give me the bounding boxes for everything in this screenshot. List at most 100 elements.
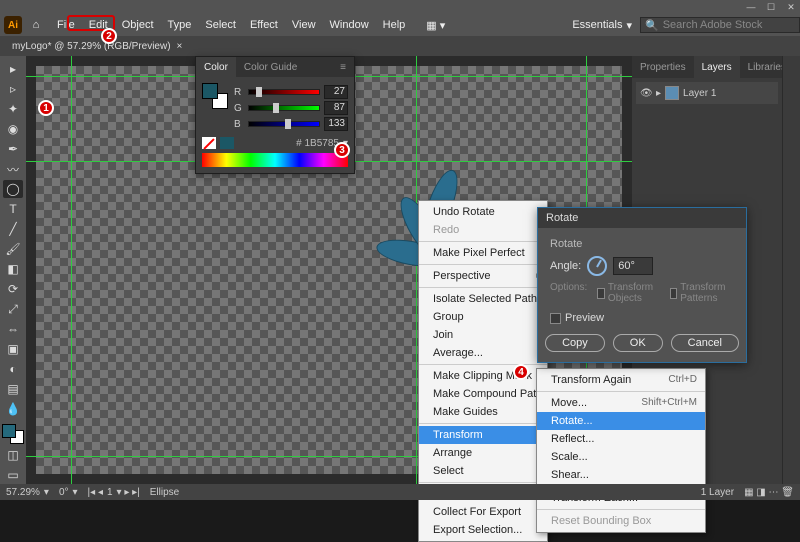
color-panel[interactable]: Color Color Guide ≡ R 27 G 87 xyxy=(195,56,355,174)
menu-type[interactable]: Type xyxy=(161,19,199,31)
mi-export-selection[interactable]: Export Selection... xyxy=(419,521,547,539)
draw-mode-icon[interactable]: ◫ xyxy=(3,446,23,464)
mi-join[interactable]: Join xyxy=(419,326,547,344)
none-swatch[interactable] xyxy=(202,137,216,149)
mi-reflect[interactable]: Reflect... xyxy=(537,430,705,448)
search-stock[interactable]: 🔍 Search Adobe Stock xyxy=(640,17,800,33)
mi-collect-export[interactable]: Collect For Export▸ xyxy=(419,503,547,521)
layer-name[interactable]: Layer 1 xyxy=(683,88,716,99)
slider-r[interactable]: R 27 xyxy=(234,85,348,99)
gradient-tool[interactable]: ▤ xyxy=(3,380,23,398)
minimize-button[interactable]: — xyxy=(746,2,756,12)
dialog-title[interactable]: Rotate xyxy=(538,208,746,228)
mi-rotate[interactable]: Rotate... xyxy=(537,412,705,430)
ok-button[interactable]: OK xyxy=(613,334,663,352)
rotate-view[interactable]: 0° ▾ xyxy=(59,487,78,498)
mi-scale[interactable]: Scale... xyxy=(537,448,705,466)
close-icon[interactable]: × xyxy=(177,41,183,52)
visibility-icon[interactable]: 👁 xyxy=(640,88,652,99)
slider-g[interactable]: G 87 xyxy=(234,101,348,115)
color-swatches[interactable] xyxy=(202,83,228,109)
layer-row[interactable]: 👁 ▸ Layer 1 xyxy=(636,82,778,104)
ellipse-tool[interactable]: ◯ xyxy=(3,180,23,198)
pen-tool[interactable]: ✒ xyxy=(3,140,23,158)
mi-arrange[interactable]: Arrange▸ xyxy=(419,444,547,462)
eraser-tool[interactable]: ◧ xyxy=(3,260,23,278)
free-transform-tool[interactable]: ▣ xyxy=(3,340,23,358)
workspace-switcher[interactable]: Essentials▾ xyxy=(564,19,640,32)
mi-select[interactable]: Select▸ xyxy=(419,462,547,480)
fill-swatch[interactable] xyxy=(2,424,16,438)
rotate-tool[interactable]: ⟳ xyxy=(3,280,23,298)
home-icon[interactable]: ⌂ xyxy=(28,19,44,31)
menu-window[interactable]: Window xyxy=(323,19,376,31)
width-tool[interactable]: ⇔ xyxy=(3,320,23,338)
annotation-badge-1: 1 xyxy=(38,100,54,116)
menu-view[interactable]: View xyxy=(285,19,323,31)
curvature-tool[interactable]: 〰 xyxy=(3,160,23,178)
guide[interactable] xyxy=(71,56,72,484)
mi-perspective[interactable]: Perspective▸ xyxy=(419,267,547,285)
artboard-nav[interactable]: |◂ ◂ 1 ▾ ▸ ▸| xyxy=(88,487,140,498)
collapsed-panel-strip[interactable] xyxy=(782,56,800,484)
cancel-button[interactable]: Cancel xyxy=(671,334,739,352)
panel-menu-icon[interactable]: ≡ xyxy=(332,57,354,77)
preview-checkbox[interactable] xyxy=(550,313,561,324)
angle-input[interactable]: 60° xyxy=(613,257,653,275)
copy-button[interactable]: Copy xyxy=(545,334,605,352)
mi-shear[interactable]: Shear... xyxy=(537,466,705,484)
mi-move[interactable]: Move...Shift+Ctrl+M xyxy=(537,394,705,412)
mi-group[interactable]: Group xyxy=(419,308,547,326)
value-b[interactable]: 133 xyxy=(324,117,348,131)
document-tab[interactable]: myLogo* @ 57.29% (RGB/Preview) × xyxy=(6,36,188,56)
fill-swatch[interactable] xyxy=(202,83,218,99)
lasso-tool[interactable]: ◉ xyxy=(3,120,23,138)
mi-pixel-perfect[interactable]: Make Pixel Perfect xyxy=(419,244,547,262)
mi-reset-bbox: Reset Bounding Box xyxy=(537,512,705,530)
tab-color-guide[interactable]: Color Guide xyxy=(236,57,305,77)
value-g[interactable]: 87 xyxy=(324,101,348,115)
menu-select[interactable]: Select xyxy=(198,19,243,31)
status-icons[interactable]: ▦ ◨ ⋯ 🗑 xyxy=(744,487,794,498)
tab-layers[interactable]: Layers xyxy=(694,56,740,78)
menu-help[interactable]: Help xyxy=(376,19,413,31)
line-tool[interactable]: ╱ xyxy=(3,220,23,238)
type-tool[interactable]: T xyxy=(3,200,23,218)
mi-isolate[interactable]: Isolate Selected Path xyxy=(419,290,547,308)
rotate-dialog[interactable]: Rotate Rotate Angle: 60° Options: Transf… xyxy=(537,207,747,363)
arrange-docs-icon[interactable]: ▦ ▾ xyxy=(426,19,445,32)
disclosure-icon[interactable]: ▸ xyxy=(656,88,661,99)
direct-selection-tool[interactable]: ▹ xyxy=(3,80,23,98)
shape-builder-tool[interactable]: ◐ xyxy=(3,360,23,378)
checkbox-transform-objects xyxy=(597,288,605,299)
menu-effect[interactable]: Effect xyxy=(243,19,285,31)
close-button[interactable]: ✕ xyxy=(786,2,796,12)
fill-stroke-swatches[interactable] xyxy=(2,424,24,444)
mi-make-guides[interactable]: Make Guides xyxy=(419,403,547,421)
selection-tool[interactable]: ▸ xyxy=(3,60,23,78)
magic-wand-tool[interactable]: ✦ xyxy=(3,100,23,118)
value-r[interactable]: 27 xyxy=(324,85,348,99)
menu-file[interactable]: File xyxy=(50,19,82,31)
scale-tool[interactable]: ⤢ xyxy=(3,300,23,318)
tab-color[interactable]: Color xyxy=(196,57,236,77)
paintbrush-tool[interactable]: 🖌 xyxy=(3,240,23,258)
eyedropper-tool[interactable]: 💧 xyxy=(3,400,23,418)
maximize-button[interactable]: ☐ xyxy=(766,2,776,12)
slider-b[interactable]: B 133 xyxy=(234,117,348,131)
screen-mode-icon[interactable]: ▭ xyxy=(3,466,23,484)
menu-object[interactable]: Object xyxy=(115,19,161,31)
mi-average[interactable]: Average... xyxy=(419,344,547,362)
hex-value[interactable]: # 1B5785 xyxy=(296,138,339,149)
mi-transform[interactable]: Transform▸ xyxy=(419,426,547,444)
zoom-level[interactable]: 57.29% ▾ xyxy=(6,487,49,498)
angle-dial[interactable] xyxy=(587,256,607,276)
current-color-swatch xyxy=(220,137,234,149)
mi-transform-again[interactable]: Transform AgainCtrl+D xyxy=(537,371,705,389)
workspace-label: Essentials xyxy=(572,19,622,31)
tab-properties[interactable]: Properties xyxy=(632,56,694,78)
mi-undo[interactable]: Undo Rotate xyxy=(419,203,547,221)
guide[interactable] xyxy=(416,56,417,484)
spectrum-picker[interactable] xyxy=(202,153,348,167)
mi-compound-path[interactable]: Make Compound Path xyxy=(419,385,547,403)
